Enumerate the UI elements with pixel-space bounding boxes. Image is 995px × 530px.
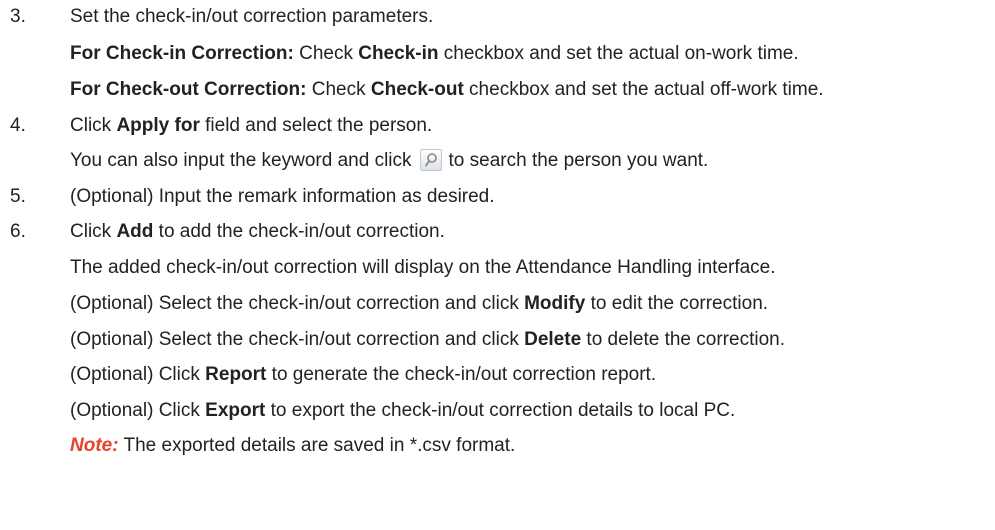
checkin-correction-text-2: checkbox and set the actual on-work time…	[438, 43, 799, 64]
step-6-text: Click Add to add the check-in/out correc…	[70, 217, 445, 247]
checkout-correction-text-1: Check	[306, 79, 371, 100]
search-icon	[424, 153, 437, 167]
modify-label: Modify	[524, 293, 586, 314]
checkin-checkbox-label: Check-in	[358, 43, 439, 64]
step-4-text-1: Click	[70, 115, 117, 136]
report-label: Report	[205, 364, 267, 385]
delete-text-2: to delete the correction.	[581, 329, 785, 350]
search-button[interactable]	[419, 149, 442, 171]
checkin-correction-text-1: Check	[293, 43, 359, 64]
step-3-checkin-correction: For Check-in Correction: Check Check-in …	[70, 39, 799, 69]
step-6-modify-info: (Optional) Select the check-in/out corre…	[70, 289, 768, 319]
step-6-display-info: The added check-in/out correction will d…	[70, 257, 776, 278]
note-text: The exported details are saved in *.csv …	[118, 435, 516, 456]
step-6-export-info: (Optional) Click Export to export the ch…	[70, 396, 735, 426]
apply-for-label: Apply for	[116, 115, 200, 136]
modify-text-1: (Optional) Select the check-in/out corre…	[70, 293, 525, 314]
step-6-delete-info: (Optional) Select the check-in/out corre…	[70, 325, 785, 355]
step-6-number: 6.	[10, 221, 26, 242]
report-text-2: to generate the check-in/out correction …	[266, 364, 657, 385]
export-label: Export	[205, 400, 266, 421]
note-label: Note:	[70, 435, 119, 456]
step-4-search-hint: You can also input the keyword and click…	[70, 146, 708, 176]
note: Note: The exported details are saved in …	[70, 431, 515, 461]
checkout-checkbox-label: Check-out	[370, 79, 464, 100]
step-4-number: 4.	[10, 115, 26, 136]
step-3-checkout-correction: For Check-out Correction: Check Check-ou…	[70, 75, 824, 105]
delete-label: Delete	[524, 329, 582, 350]
step-3-text: Set the check-in/out correction paramete…	[70, 6, 434, 27]
checkin-correction-label: For Check-in Correction:	[70, 43, 294, 64]
add-label: Add	[116, 221, 154, 242]
search-hint-before: You can also input the keyword and click	[70, 150, 412, 171]
step-6-report-info: (Optional) Click Report to generate the …	[70, 360, 656, 390]
instruction-document: 3. Set the check-in/out correction param…	[0, 0, 995, 530]
search-hint-after: to search the person you want.	[448, 150, 709, 171]
step-6-text-2: to add the check-in/out correction.	[153, 221, 445, 242]
step-3-number: 3.	[10, 6, 26, 27]
step-6-text-1: Click	[70, 221, 117, 242]
delete-text-1: (Optional) Select the check-in/out corre…	[70, 329, 525, 350]
modify-text-2: to edit the correction.	[585, 293, 769, 314]
step-4-text-2: field and select the person.	[199, 115, 433, 136]
checkout-correction-text-2: checkbox and set the actual off-work tim…	[463, 79, 824, 100]
step-5-text: (Optional) Input the remark information …	[70, 186, 495, 207]
report-text-1: (Optional) Click	[70, 364, 206, 385]
export-text-2: to export the check-in/out correction de…	[265, 400, 736, 421]
export-text-1: (Optional) Click	[70, 400, 206, 421]
step-5-number: 5.	[10, 186, 26, 207]
step-4-text: Click Apply for field and select the per…	[70, 111, 432, 141]
checkout-correction-label: For Check-out Correction:	[70, 79, 307, 100]
